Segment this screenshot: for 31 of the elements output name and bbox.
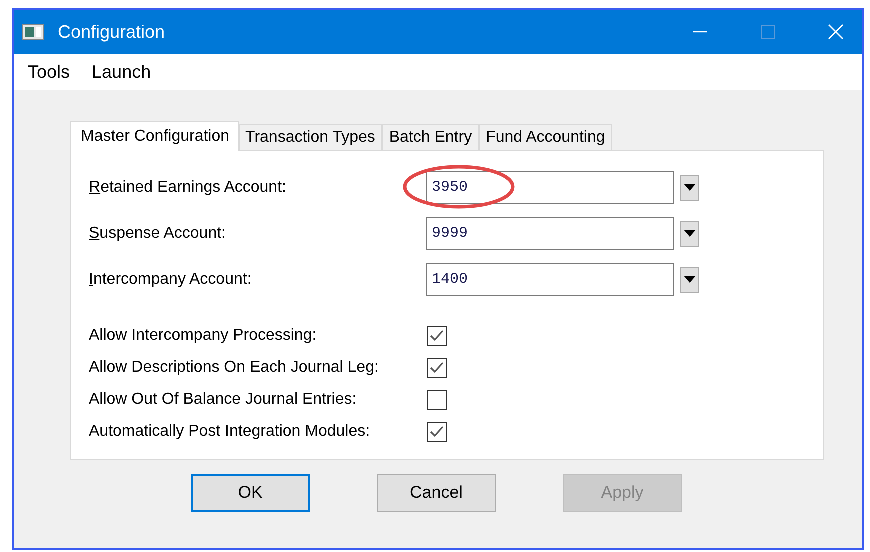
menu-item[interactable]: Tools [28,62,70,82]
dropdown-button[interactable] [680,220,699,246]
app-icon [22,24,44,40]
tab[interactable]: Fund Accounting [479,124,612,150]
account-field[interactable]: 3950 [426,171,674,204]
caret-icon [684,184,696,192]
tab[interactable]: Transaction Types [238,124,382,150]
option-label: Automatically Post Integration Modules: [89,423,372,441]
caret-icon [684,230,696,238]
caret-icon [684,276,696,284]
dialog-button[interactable]: OK [191,474,310,512]
option-label: Allow Descriptions On Each Journal Leg: [89,359,380,377]
tab[interactable]: Master Configuration [70,121,239,151]
checkbox[interactable] [427,358,447,378]
checkbox[interactable] [427,422,447,442]
checkbox[interactable] [427,326,447,346]
option-label: Allow Intercompany Processing: [89,327,318,345]
field-label: Suspense Account: [89,224,227,242]
dropdown-button[interactable] [680,174,699,200]
field-label: Retained Earnings Account: [89,178,288,196]
field-label: Intercompany Account: [89,270,253,288]
menu-item[interactable]: Launch [92,62,152,82]
tab[interactable]: Batch Entry [382,124,480,150]
window-title: Configuration [58,22,166,42]
account-field[interactable]: 1400 [426,263,674,296]
account-field[interactable]: 9999 [426,217,674,250]
option-label: Allow Out Of Balance Journal Entries: [89,391,358,409]
dropdown-button[interactable] [680,266,699,292]
dialog-button[interactable]: Cancel [377,474,496,512]
checkbox[interactable] [427,390,447,410]
close-icon[interactable] [828,24,844,40]
